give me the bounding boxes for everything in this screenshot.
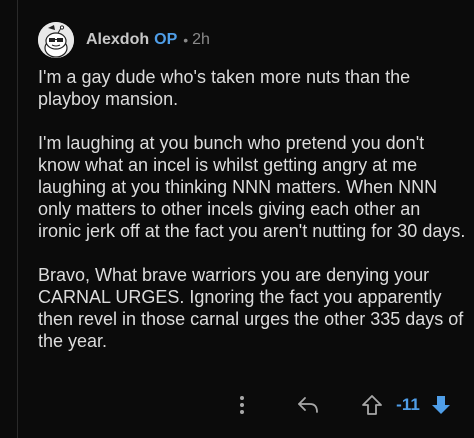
snoo-avatar-icon	[38, 22, 74, 58]
downvote-arrow-icon	[432, 396, 450, 414]
avatar[interactable]	[38, 22, 74, 58]
thread-line	[17, 0, 18, 438]
comment-paragraph-1: I'm a gay dude who's taken more nuts tha…	[38, 67, 416, 109]
reply-button[interactable]	[293, 390, 323, 420]
reply-arrow-icon	[298, 397, 318, 413]
separator-dot: •	[183, 32, 189, 48]
comment-age: 2h	[192, 31, 210, 48]
more-vertical-icon	[240, 396, 244, 414]
comment-actions: -11	[0, 390, 474, 420]
upvote-arrow-icon	[362, 395, 382, 415]
op-badge: OP	[154, 31, 178, 48]
upvote-button[interactable]	[357, 390, 387, 420]
comment-body: I'm a gay dude who's taken more nuts tha…	[38, 66, 468, 352]
vote-score: -11	[396, 395, 420, 414]
more-options-button[interactable]	[232, 390, 252, 420]
comment-paragraph-2: I'm laughing at you bunch who pretend yo…	[38, 133, 466, 241]
comment-paragraph-3: Bravo, What brave warriors you are denyi…	[38, 265, 469, 351]
comment-header: Alexdoh OP • 2h	[38, 20, 468, 60]
username[interactable]: Alexdoh	[86, 31, 149, 49]
comment: Alexdoh OP • 2h I'm a gay dude who's tak…	[38, 20, 468, 374]
downvote-button[interactable]	[426, 390, 456, 420]
